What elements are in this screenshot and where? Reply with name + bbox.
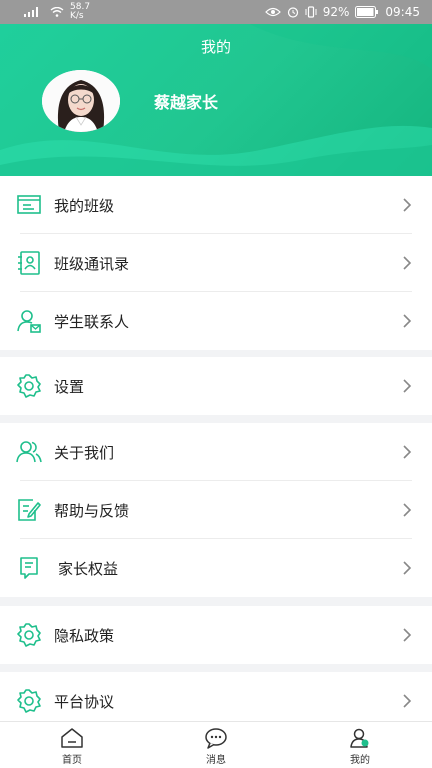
chevron-right-icon: [403, 503, 412, 517]
avatar-portrait-icon: [42, 70, 120, 132]
contact-person-icon: [17, 310, 41, 333]
menu-group-settings: 设置: [0, 357, 432, 415]
menu-label: 关于我们: [54, 443, 115, 462]
gear-icon: [17, 623, 41, 647]
page-title: 我的: [200, 38, 231, 56]
tab-home[interactable]: 首页: [42, 722, 102, 768]
chevron-right-icon: [403, 198, 412, 212]
chevron-right-icon: [403, 445, 412, 459]
menu-label: 班级通讯录: [54, 254, 130, 273]
menu-item-help-feedback[interactable]: 帮助与反馈: [0, 481, 432, 539]
alarm-icon: [287, 7, 298, 18]
chat-bubble-icon: [205, 728, 227, 749]
message-bookmark-icon: [20, 557, 38, 579]
chevron-right-icon: [403, 379, 412, 393]
gear-icon: [17, 374, 41, 398]
menu-label: 平台协议: [54, 692, 115, 711]
menu-item-class-contacts[interactable]: 班级通讯录: [0, 234, 432, 292]
chevron-right-icon: [403, 561, 412, 575]
username: 蔡越家长: [154, 93, 219, 112]
menu-item-privacy-policy[interactable]: 隐私政策: [0, 606, 432, 664]
menu-item-student-contacts[interactable]: 学生联系人: [0, 292, 432, 350]
class-board-icon: [17, 195, 41, 214]
profile-header: 我的 蔡越家长: [0, 0, 432, 176]
menu-item-parent-rights[interactable]: 家长权益: [0, 539, 432, 597]
clock: 09:45: [385, 5, 420, 19]
user-profile-icon: [350, 728, 369, 748]
battery-percent: 92%: [322, 5, 350, 19]
wifi-icon: [50, 7, 64, 17]
tab-messages[interactable]: 消息: [186, 722, 246, 768]
address-book-icon: [18, 251, 40, 275]
menu-item-platform-agreement[interactable]: 平台协议: [0, 672, 432, 721]
tab-label: 我的: [350, 755, 370, 766]
menu-label: 设置: [54, 377, 85, 396]
battery-icon: [355, 6, 379, 18]
home-icon: [61, 728, 83, 748]
menu-group-privacy: 隐私政策: [0, 606, 432, 664]
tab-label: 消息: [206, 755, 226, 766]
menu-group-agreement: 平台协议: [0, 672, 432, 721]
signal-icon: [24, 7, 38, 17]
edit-document-icon: [18, 499, 41, 521]
menu-label: 帮助与反馈: [54, 501, 130, 520]
network-speed-unit: K/s: [70, 11, 84, 21]
bottom-tab-bar: 首页 消息 我的: [0, 721, 432, 768]
gear-icon: [17, 689, 41, 713]
chevron-right-icon: [403, 694, 412, 708]
avatar[interactable]: [42, 70, 120, 132]
eye-icon: [264, 7, 281, 17]
vibrate-icon: [305, 6, 317, 18]
status-bar: 58.7 K/s 92% 09:45: [0, 0, 432, 24]
menu-label: 学生联系人: [54, 312, 130, 331]
menu-item-my-class[interactable]: 我的班级: [0, 176, 432, 234]
menu-label: 家长权益: [58, 559, 119, 578]
menu-group-class: 我的班级 班级通讯录 学生联系人: [0, 176, 432, 350]
tab-mine[interactable]: 我的: [330, 722, 390, 768]
users-icon: [16, 441, 42, 463]
tab-label: 首页: [62, 755, 82, 766]
menu-label: 隐私政策: [54, 626, 115, 645]
chevron-right-icon: [403, 256, 412, 270]
menu-item-about-us[interactable]: 关于我们: [0, 423, 432, 481]
menu-group-about: 关于我们 帮助与反馈 家长权益: [0, 423, 432, 597]
menu-item-settings[interactable]: 设置: [0, 357, 432, 415]
menu-label: 我的班级: [54, 196, 115, 215]
chevron-right-icon: [403, 314, 412, 328]
chevron-right-icon: [403, 628, 412, 642]
